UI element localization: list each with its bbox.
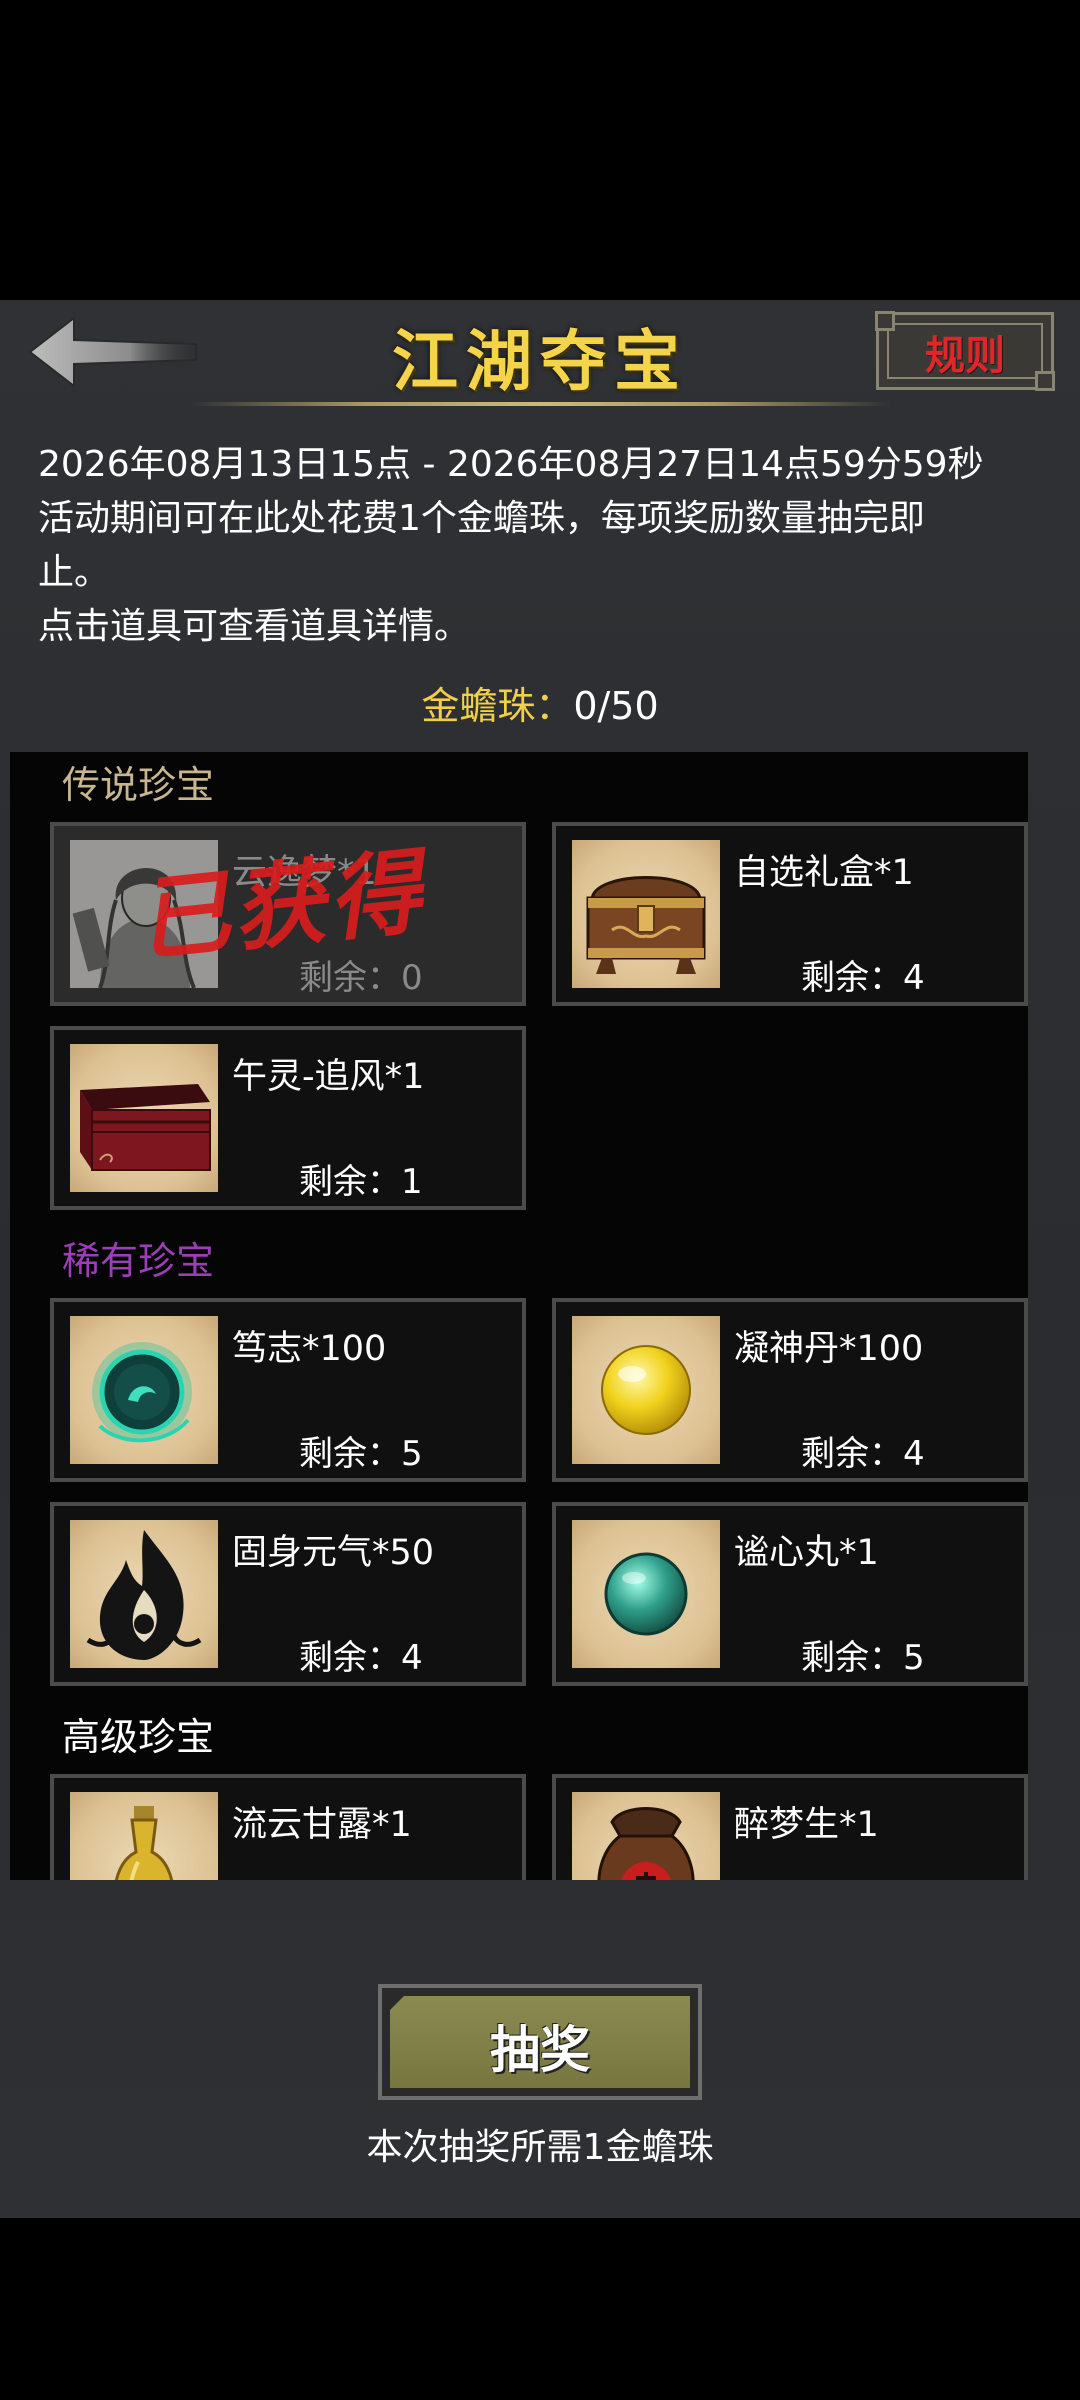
reward-remaining: 剩余：4	[801, 1434, 925, 1474]
reward-thumbnail	[572, 1520, 720, 1668]
section-title-advanced: 高级珍宝	[62, 1715, 215, 1759]
reward-thumbnail	[572, 1792, 720, 1880]
reward-thumbnail	[70, 1792, 218, 1880]
event-description-line: 活动期间可在此处花费1个金蟾珠，每项奖励数量抽完即	[38, 498, 925, 539]
reward-name: 谧心丸*1	[734, 1533, 879, 1573]
teal-pill-icon	[604, 1552, 688, 1636]
reward-name: 流云甘露*1	[232, 1805, 412, 1845]
wine-jar-icon	[597, 1807, 695, 1880]
draw-cost-note: 本次抽奖所需1金蟾珠	[366, 2127, 714, 2168]
reward-card[interactable]: 云逸梦*1 剩余：0 已获得	[50, 822, 526, 1006]
currency-label: 金蟾珠：	[421, 684, 574, 728]
reward-remaining: 剩余：1	[299, 1162, 423, 1202]
reward-name: 午灵-追风*1	[232, 1057, 425, 1097]
reward-thumbnail	[70, 1520, 218, 1668]
reward-name: 醉梦生*1	[734, 1805, 879, 1845]
reward-card[interactable]: 午灵-追风*1 剩余：1	[50, 1026, 526, 1210]
black-flame-icon	[86, 1530, 202, 1660]
screen: 江湖夺宝 规则 2026年08月13日15点 - 2026年08月27日14点5…	[0, 0, 1080, 2400]
treasure-chest-icon	[586, 876, 706, 974]
event-description-line: 止。	[38, 552, 111, 593]
reward-card[interactable]: 自选礼盒*1 剩余：4	[552, 822, 1028, 1006]
reward-card[interactable]: 谧心丸*1 剩余：5	[552, 1502, 1028, 1686]
reward-thumbnail	[572, 840, 720, 988]
reward-thumbnail	[572, 1316, 720, 1464]
title-divider	[190, 402, 890, 406]
rules-label: 规则	[925, 332, 1005, 379]
section-title-legendary: 传说珍宝	[62, 763, 215, 807]
section-title-rare: 稀有珍宝	[62, 1239, 215, 1283]
event-hint: 点击道具可查看道具详情。	[38, 606, 471, 647]
reward-name: 凝神丹*100	[734, 1329, 924, 1369]
red-box-icon	[80, 1084, 211, 1171]
reward-card[interactable]: 凝神丹*100 剩余：4	[552, 1298, 1028, 1482]
reward-remaining: 剩余：5	[299, 1434, 423, 1474]
reward-remaining: 剩余：4	[299, 1638, 423, 1678]
reward-list[interactable]: 传说珍宝 云逸梦*1 剩余：0 已获得 自选礼盒*1 剩余：4 午灵-追风*1 …	[10, 752, 1028, 1880]
event-period: 2026年08月13日15点 - 2026年08月27日14点59分59秒	[38, 444, 984, 485]
draw-button[interactable]: 抽奖	[378, 1984, 702, 2100]
reward-card[interactable]: 醉梦生*1	[552, 1774, 1028, 1880]
draw-label: 抽奖	[490, 2021, 590, 2079]
treasure-panel: 江湖夺宝 规则 2026年08月13日15点 - 2026年08月27日14点5…	[0, 300, 1080, 2218]
reward-thumbnail	[70, 1316, 218, 1464]
reward-name: 自选礼盒*1	[734, 853, 914, 893]
reward-name: 固身元气*50	[232, 1533, 435, 1573]
reward-name: 笃志*100	[232, 1329, 387, 1369]
jade-orb-icon	[92, 1342, 192, 1443]
reward-remaining: 剩余：4	[801, 958, 925, 998]
gold-pill-icon	[601, 1345, 691, 1435]
gourd-bottle-icon	[115, 1806, 173, 1880]
reward-remaining: 剩余：5	[801, 1638, 925, 1678]
reward-card[interactable]: 笃志*100 剩余：5	[50, 1298, 526, 1482]
currency-value: 0/50	[573, 684, 659, 728]
reward-thumbnail	[70, 1044, 218, 1192]
rules-button[interactable]: 规则	[875, 311, 1055, 391]
reward-card[interactable]: 流云甘露*1	[50, 1774, 526, 1880]
currency-display: 金蟾珠：0/50	[0, 675, 1080, 730]
reward-card[interactable]: 固身元气*50 剩余：4	[50, 1502, 526, 1686]
